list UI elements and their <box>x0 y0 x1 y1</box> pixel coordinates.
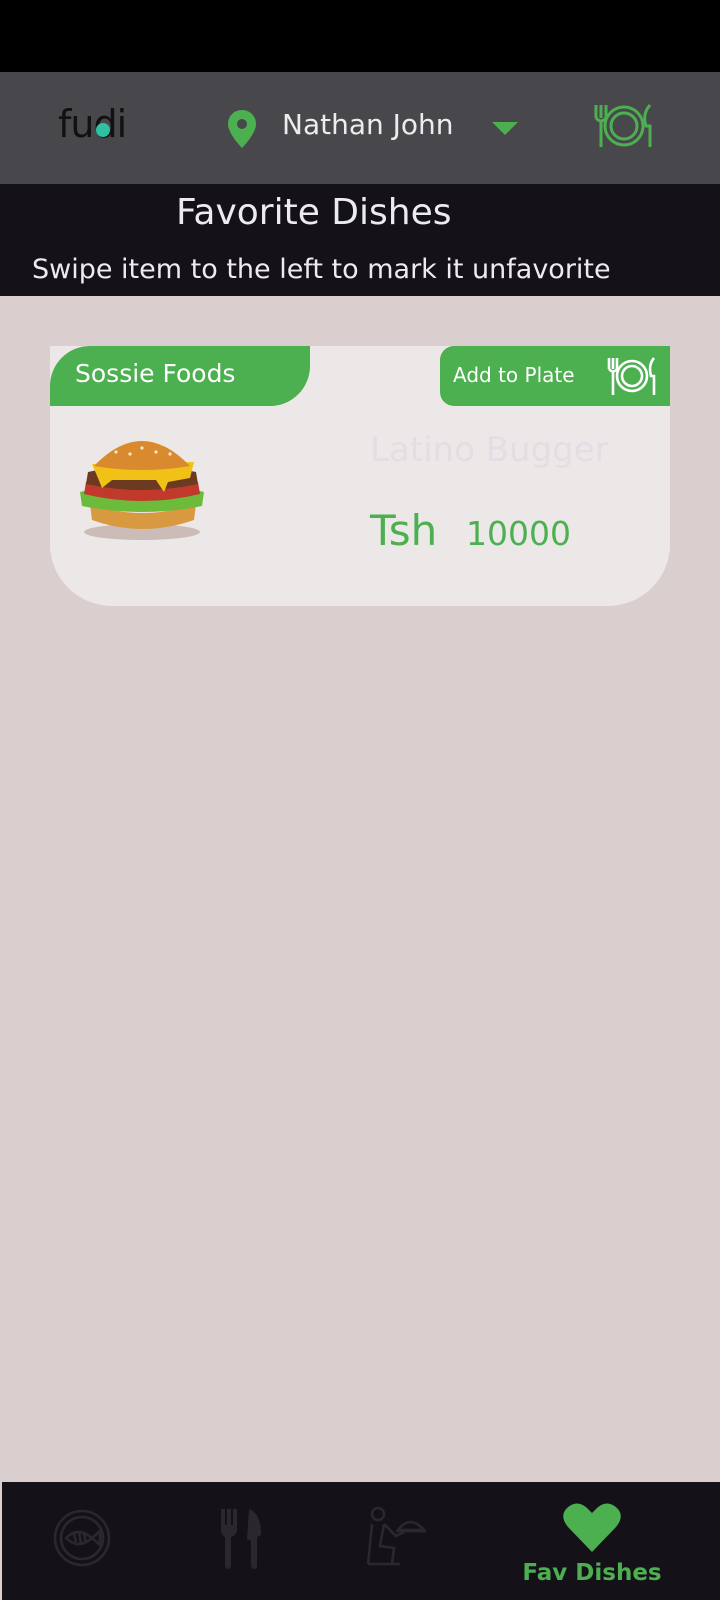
page-title: Favorite Dishes <box>176 192 452 233</box>
chevron-down-icon[interactable] <box>492 122 518 135</box>
vendor-name: Sossie Foods <box>75 359 236 388</box>
vendor-tab: Sossie Foods <box>50 346 310 406</box>
app-logo: fudi <box>58 102 127 146</box>
plate-icon <box>607 357 656 395</box>
plate-icon[interactable] <box>592 102 656 150</box>
price-currency: Tsh <box>370 506 438 555</box>
app-bar: fudi Nathan John <box>0 72 720 184</box>
logo-dot-icon <box>96 123 110 137</box>
page-header: Favorite Dishes Swipe item to the left t… <box>0 184 720 296</box>
nav-item-waiter[interactable] <box>352 1482 442 1600</box>
price-value: 10000 <box>466 514 571 553</box>
cutlery-icon <box>221 1509 261 1569</box>
nav-item-cutlery[interactable] <box>200 1482 284 1600</box>
dish-image <box>80 434 204 540</box>
nav-item-fav-dishes[interactable]: Fav Dishes <box>522 1482 662 1600</box>
location-pin-icon[interactable] <box>228 110 256 148</box>
favorite-dish-card[interactable]: Sossie Foods Add to Plate Latino Bugger … <box>50 346 670 606</box>
user-name[interactable]: Nathan John <box>282 108 454 141</box>
fish-icon <box>53 1509 111 1567</box>
status-bar <box>0 0 720 72</box>
bottom-nav: Fav Dishes <box>2 1482 720 1600</box>
heart-icon <box>563 1503 621 1552</box>
dish-name: Latino Bugger <box>370 430 609 470</box>
nav-item-fish[interactable] <box>42 1482 126 1600</box>
nav-fav-dishes-label: Fav Dishes <box>522 1560 662 1586</box>
waiter-icon <box>366 1506 427 1566</box>
page-subtitle: Swipe item to the left to mark it unfavo… <box>32 254 611 285</box>
add-to-plate-label: Add to Plate <box>453 363 575 387</box>
add-to-plate-button[interactable]: Add to Plate <box>440 346 670 406</box>
